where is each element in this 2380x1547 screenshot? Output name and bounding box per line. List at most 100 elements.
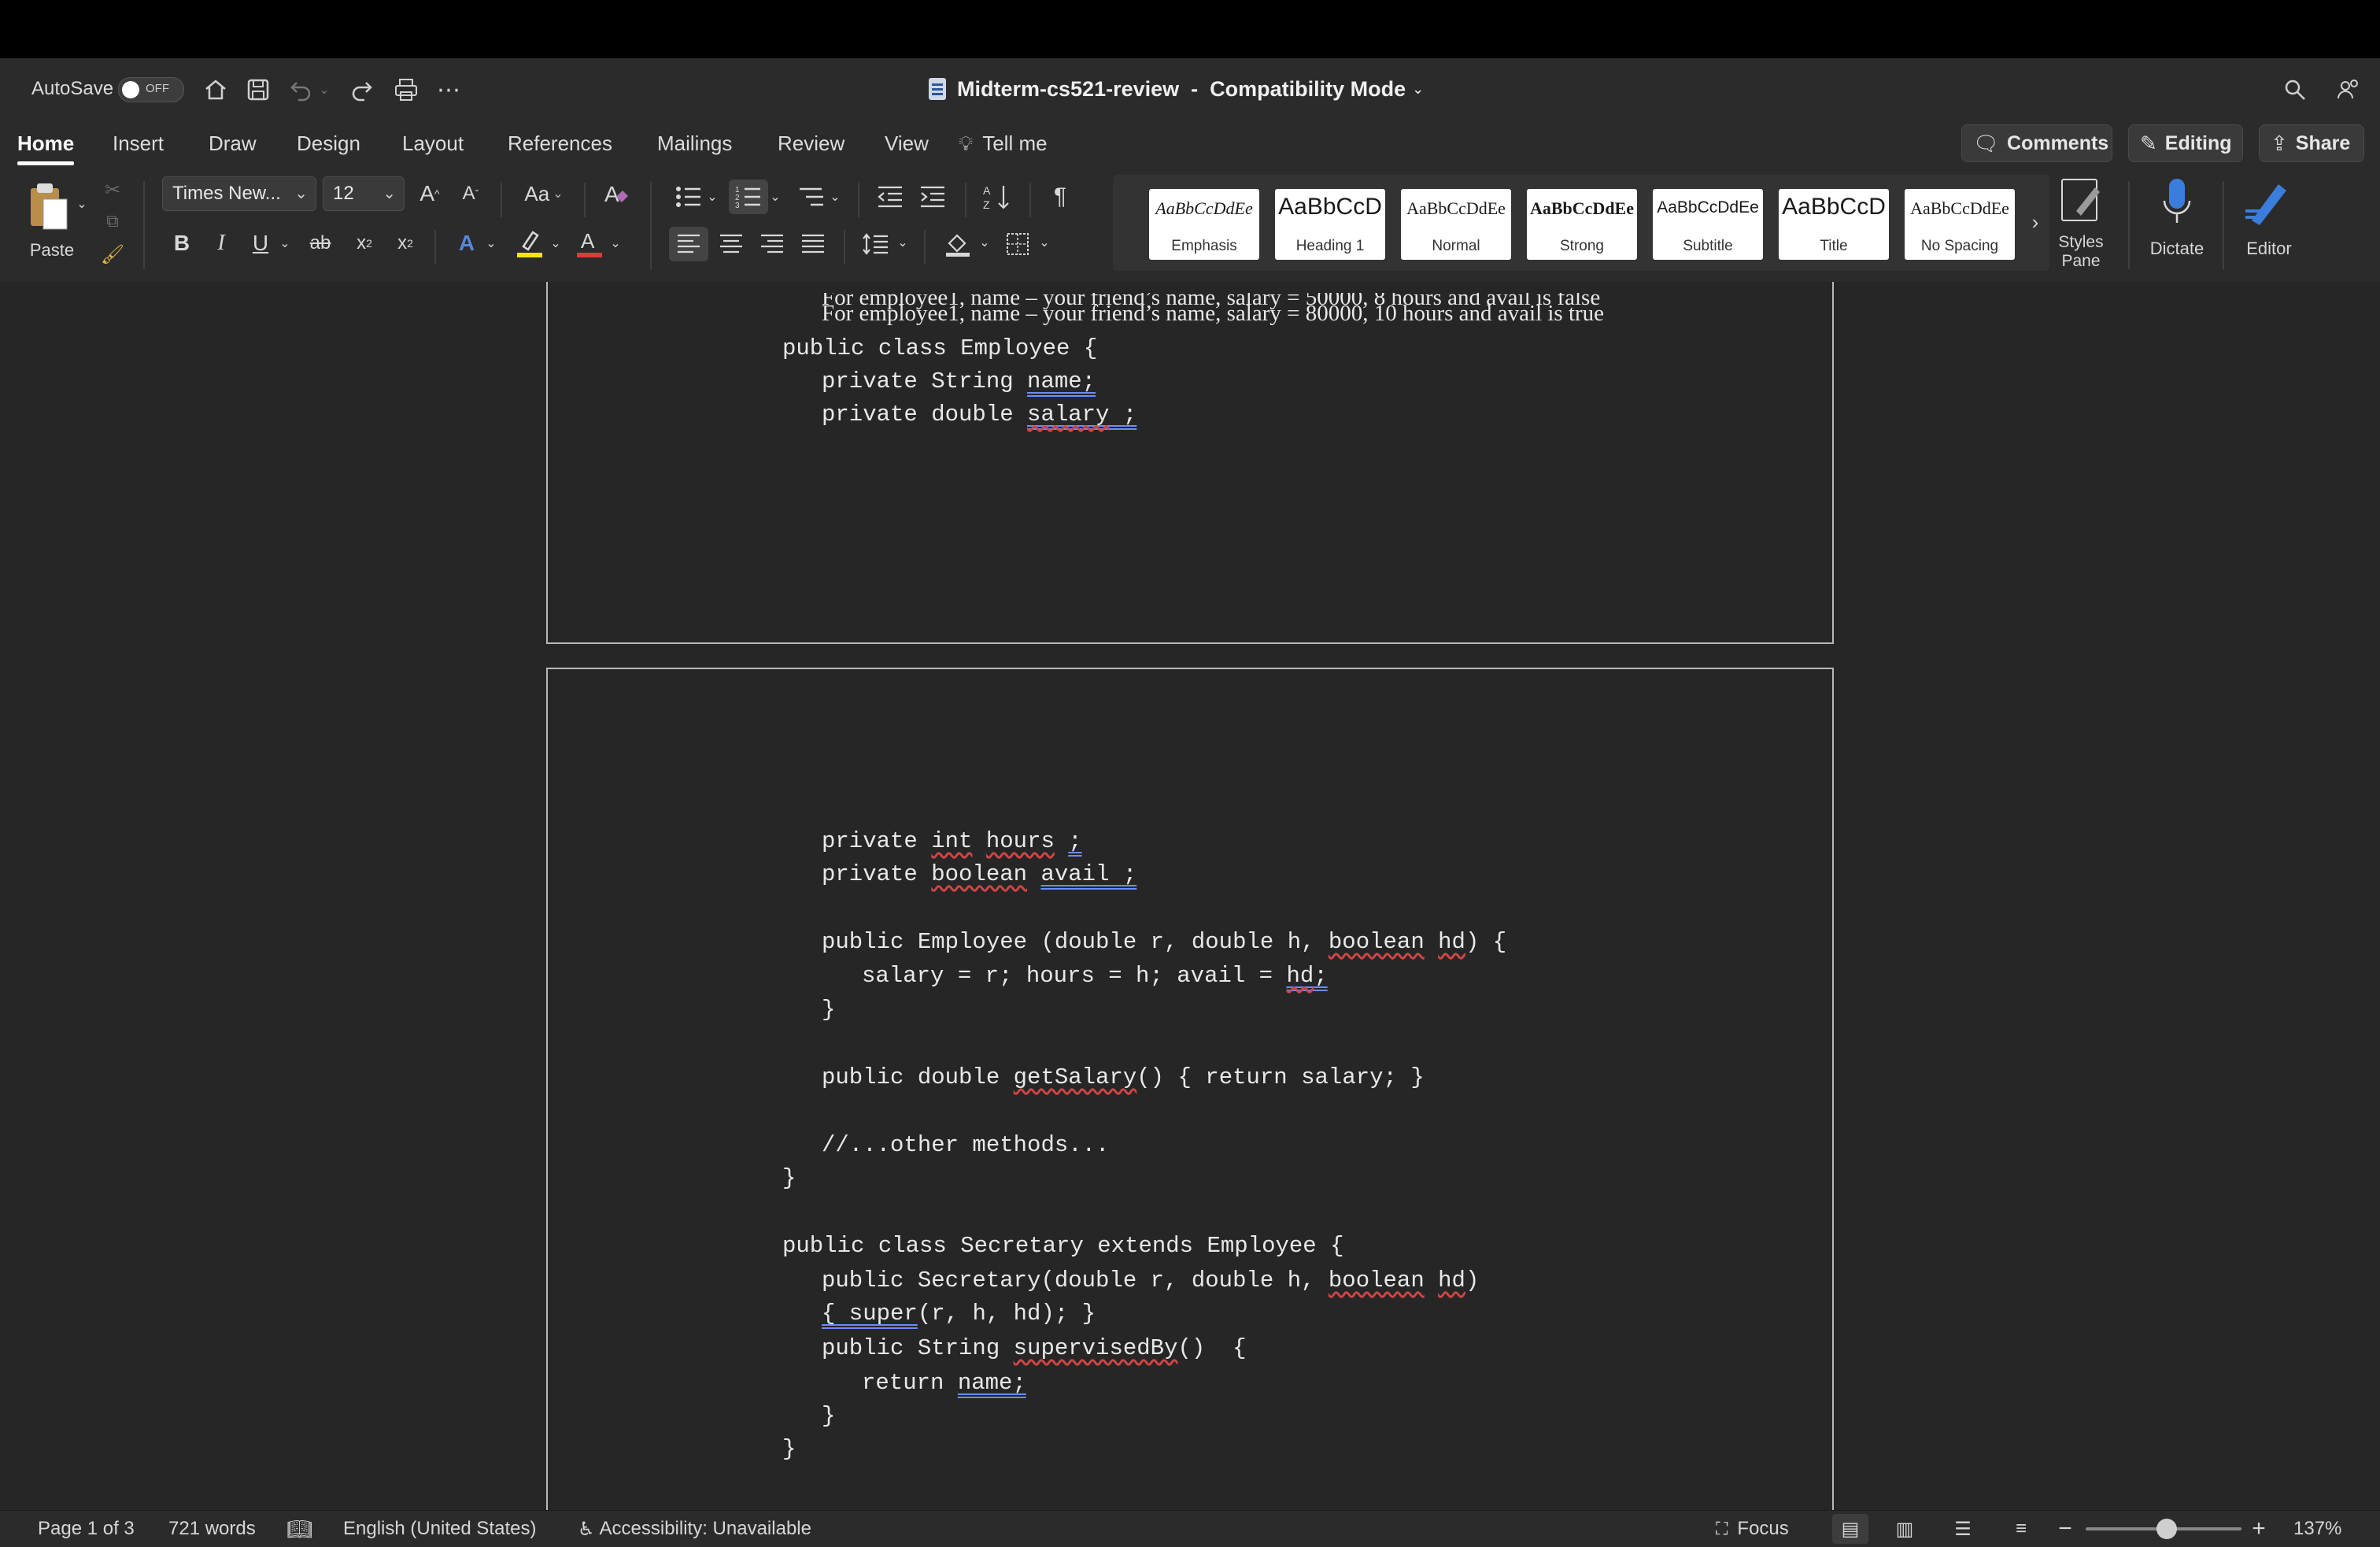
- code-line[interactable]: //...other methods...: [822, 1132, 1109, 1158]
- zoom-level[interactable]: 137%: [2293, 1511, 2341, 1547]
- code-line[interactable]: public Secretary(double r, double h, boo…: [822, 1268, 1479, 1293]
- sort-icon[interactable]: AZ: [978, 179, 1017, 214]
- show-formatting-icon[interactable]: ¶: [1042, 179, 1078, 214]
- borders-icon[interactable]: [998, 227, 1037, 261]
- undo-icon[interactable]: [285, 74, 316, 105]
- code-line[interactable]: }: [782, 1165, 796, 1191]
- style-emphasis[interactable]: AaBbCcDdEe Emphasis: [1149, 189, 1259, 260]
- copy-icon[interactable]: ⧉: [99, 208, 126, 235]
- numbering-icon[interactable]: 123: [729, 179, 768, 214]
- styles-pane-label[interactable]: Styles Pane: [2043, 230, 2119, 274]
- clear-formatting-icon[interactable]: A: [597, 176, 636, 211]
- comments-button[interactable]: 🗨︎ Comments: [1961, 124, 2112, 162]
- bold-button[interactable]: B: [164, 225, 200, 261]
- format-painter-icon[interactable]: 🖌︎: [99, 241, 126, 268]
- style-subtitle[interactable]: AaBbCcDdEe Subtitle: [1653, 189, 1763, 260]
- bullets-icon[interactable]: [669, 181, 708, 213]
- justify-icon[interactable]: [793, 227, 833, 261]
- tab-references[interactable]: References: [508, 126, 612, 161]
- shading-icon[interactable]: [938, 227, 978, 261]
- highlight-icon[interactable]: [512, 225, 548, 261]
- chevron-down-icon[interactable]: ⌄: [1037, 233, 1051, 252]
- code-line[interactable]: { super(r, h, hd); }: [822, 1301, 1096, 1327]
- editor-label[interactable]: Editor: [2232, 233, 2306, 265]
- align-right-icon[interactable]: [752, 227, 792, 261]
- code-line[interactable]: private boolean avail ;: [822, 861, 1136, 887]
- editing-button[interactable]: ✎ Editing: [2128, 124, 2243, 162]
- code-line[interactable]: }: [822, 1403, 835, 1429]
- chevron-down-icon[interactable]: ⌄: [606, 225, 625, 261]
- paste-dropdown-icon[interactable]: ⌄: [74, 192, 90, 216]
- chevron-down-icon[interactable]: ⌄: [275, 225, 294, 261]
- superscript-button[interactable]: x2: [387, 225, 423, 261]
- more-icon[interactable]: ⋯: [433, 74, 464, 105]
- share-people-icon[interactable]: [2333, 74, 2364, 105]
- print-layout-icon[interactable]: ▤: [1832, 1514, 1868, 1544]
- tell-me[interactable]: 💡︎ Tell me: [959, 126, 1048, 161]
- style-heading-1[interactable]: AaBbCcD Heading 1: [1275, 189, 1385, 260]
- web-layout-icon[interactable]: ▥: [1889, 1511, 1920, 1547]
- outline-view-icon[interactable]: ☰: [1947, 1511, 1979, 1547]
- document-page[interactable]: For employee1, name – your friend’s name…: [546, 282, 1834, 644]
- code-line[interactable]: public String supervisedBy() {: [822, 1335, 1247, 1361]
- text-line[interactable]: For employee1, name – your friend’s name…: [822, 301, 1604, 327]
- code-line[interactable]: return name;: [862, 1370, 1026, 1396]
- microphone-icon[interactable]: [2152, 172, 2202, 231]
- proofing-icon[interactable]: 📖︎: [286, 1511, 312, 1547]
- line-spacing-icon[interactable]: [856, 227, 896, 261]
- align-center-icon[interactable]: [711, 227, 751, 261]
- code-line[interactable]: private double salary ;: [822, 402, 1136, 427]
- code-line[interactable]: }: [782, 1436, 796, 1462]
- styles-pane-icon[interactable]: [2056, 175, 2106, 225]
- tab-home[interactable]: Home: [17, 126, 75, 165]
- strikethrough-button[interactable]: ab: [302, 225, 338, 261]
- paste-label[interactable]: Paste: [20, 235, 83, 266]
- code-line[interactable]: public class Employee {: [782, 335, 1097, 361]
- chevron-down-icon[interactable]: ⌄: [768, 187, 782, 206]
- document-canvas[interactable]: For employee1, name – your friend’s name…: [0, 282, 2380, 1510]
- text-effects-icon[interactable]: A: [449, 225, 485, 261]
- chevron-down-icon[interactable]: ⌄: [482, 225, 501, 261]
- print-icon[interactable]: [390, 74, 422, 105]
- font-color-icon[interactable]: A: [571, 225, 608, 261]
- dictate-label[interactable]: Dictate: [2136, 233, 2218, 265]
- search-icon[interactable]: [2279, 74, 2311, 105]
- style-normal[interactable]: AaBbCcDdEe Normal: [1401, 189, 1511, 260]
- code-line[interactable]: private String name;: [822, 368, 1096, 394]
- code-line[interactable]: public double getSalary() { return salar…: [822, 1064, 1425, 1090]
- word-count[interactable]: 721 words: [168, 1511, 256, 1547]
- underline-button[interactable]: U: [242, 225, 279, 261]
- font-size-select[interactable]: 12 ⌄: [323, 176, 405, 211]
- tab-mailings[interactable]: Mailings: [657, 126, 732, 161]
- style-strong[interactable]: AaBbCcDdEe Strong: [1527, 189, 1637, 260]
- editor-icon[interactable]: [2241, 173, 2297, 231]
- code-line[interactable]: }: [822, 997, 835, 1023]
- focus-button[interactable]: ⛶ Focus: [1716, 1511, 1789, 1547]
- change-case-button[interactable]: Aa ⌄: [516, 176, 571, 211]
- language[interactable]: English (United States): [343, 1511, 536, 1547]
- page-count[interactable]: Page 1 of 3: [38, 1511, 135, 1547]
- redo-icon[interactable]: [346, 74, 378, 105]
- subscript-button[interactable]: x2: [346, 225, 382, 261]
- chevron-down-icon[interactable]: ⌄: [978, 233, 992, 252]
- code-line[interactable]: salary = r; hours = h; avail = hd;: [862, 963, 1328, 989]
- grow-font-icon[interactable]: A ^: [412, 176, 447, 211]
- style-title[interactable]: AaBbCcD Title: [1779, 189, 1889, 260]
- italic-button[interactable]: I: [203, 225, 239, 261]
- gallery-next-icon[interactable]: ›: [2026, 206, 2045, 238]
- document-page[interactable]: private int hours ; private boolean avai…: [546, 668, 1834, 1510]
- chevron-down-icon[interactable]: ⌄: [546, 225, 565, 261]
- chevron-down-icon[interactable]: ⌄: [705, 187, 719, 206]
- increase-indent-icon[interactable]: [913, 181, 952, 213]
- accessibility-status[interactable]: ♿︎ Accessibility: Unavailable: [578, 1511, 811, 1547]
- tab-design[interactable]: Design: [297, 126, 360, 161]
- style-no-spacing[interactable]: AaBbCcDdEe No Spacing: [1905, 189, 2015, 260]
- save-icon[interactable]: [242, 74, 274, 105]
- chevron-down-icon[interactable]: ⌄: [896, 233, 910, 252]
- cut-icon[interactable]: ✂: [99, 176, 126, 203]
- zoom-in-icon[interactable]: +: [2249, 1511, 2268, 1547]
- shrink-font-icon[interactable]: Aˇ: [453, 176, 488, 211]
- font-name-select[interactable]: Times New... ⌄: [162, 176, 316, 211]
- code-line[interactable]: private int hours ;: [822, 828, 1082, 854]
- tab-layout[interactable]: Layout: [402, 126, 464, 161]
